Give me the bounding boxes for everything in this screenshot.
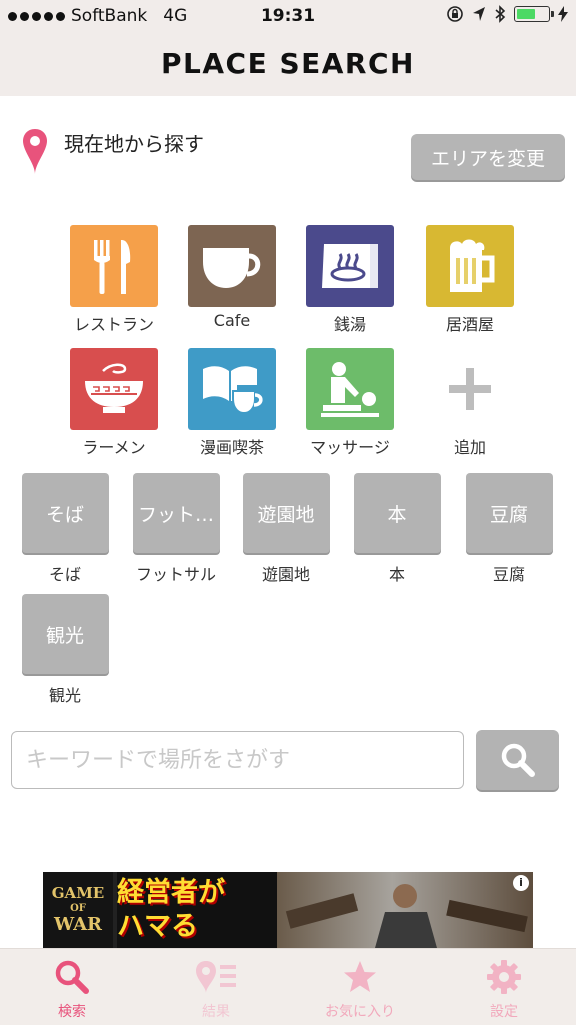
search-icon bbox=[55, 960, 89, 994]
search-icon bbox=[501, 743, 535, 777]
tag-chip[interactable]: 観光 観光 bbox=[15, 594, 115, 706]
category-manga-cafe[interactable]: 漫画喫茶 bbox=[182, 348, 282, 458]
book-cup-icon bbox=[188, 348, 276, 430]
battery-icon bbox=[514, 6, 554, 22]
charging-icon bbox=[558, 6, 568, 22]
tag-chip[interactable]: 遊園地 遊園地 bbox=[236, 473, 336, 585]
tab-label: 検索 bbox=[58, 1004, 86, 1020]
app-header: PLACE SEARCH bbox=[0, 32, 576, 96]
location-arrow-icon bbox=[473, 7, 485, 21]
category-massage[interactable]: マッサージ bbox=[300, 348, 400, 458]
coffee-cup-icon bbox=[188, 225, 276, 307]
tag-chip-box: 豆腐 bbox=[465, 473, 553, 553]
tab-search[interactable]: 検索 bbox=[0, 949, 144, 1025]
ad-scene-image bbox=[277, 872, 533, 948]
tag-chip-box: 本 bbox=[353, 473, 441, 553]
tag-chip-caption: 観光 bbox=[48, 686, 81, 705]
ad-banner[interactable]: GAME OF WAR 経営者が ハマる i bbox=[43, 872, 533, 948]
tag-chip-caption: そば bbox=[48, 565, 81, 584]
category-label: ラーメン bbox=[82, 438, 146, 457]
tag-chip[interactable]: フット… フットサル bbox=[126, 473, 226, 585]
tab-label: 結果 bbox=[202, 1004, 230, 1020]
category-cafe[interactable]: Cafe bbox=[182, 225, 282, 330]
tag-chip[interactable]: そば そば bbox=[15, 473, 115, 585]
change-area-button[interactable]: エリアを変更 bbox=[411, 134, 565, 180]
page-title: PLACE SEARCH bbox=[161, 47, 415, 80]
category-restaurant[interactable]: レストラン bbox=[64, 225, 164, 335]
tag-chip[interactable]: 豆腐 豆腐 bbox=[459, 473, 559, 585]
tag-chip-caption: 遊園地 bbox=[261, 565, 310, 584]
tab-settings[interactable]: 設定 bbox=[432, 949, 576, 1025]
ramen-bowl-icon bbox=[70, 348, 158, 430]
status-right bbox=[446, 5, 568, 23]
tag-chip-box: 遊園地 bbox=[242, 473, 330, 553]
tab-results[interactable]: 結果 bbox=[144, 949, 288, 1025]
rotation-lock-icon bbox=[447, 6, 463, 22]
category-ramen[interactable]: ラーメン bbox=[64, 348, 164, 458]
keyword-search-input[interactable] bbox=[11, 731, 464, 789]
fork-knife-icon bbox=[70, 225, 158, 307]
location-pin-icon bbox=[22, 128, 48, 180]
tab-label: お気に入り bbox=[325, 1004, 395, 1020]
tag-chip-caption: 豆腐 bbox=[492, 565, 525, 584]
add-category-button[interactable]: 追加 bbox=[420, 348, 520, 458]
category-label: マッサージ bbox=[310, 438, 390, 457]
tag-chip-box: そば bbox=[21, 473, 109, 553]
tab-label: 設定 bbox=[490, 1004, 518, 1020]
tab-bar: 検索 結果 お気に入り 設定 bbox=[0, 948, 576, 1025]
tag-chip-caption: 本 bbox=[388, 565, 405, 584]
tag-chip-box: フット… bbox=[132, 473, 220, 553]
beer-mug-icon bbox=[426, 225, 514, 307]
category-label: 追加 bbox=[453, 438, 486, 457]
gear-icon bbox=[487, 960, 521, 994]
star-icon bbox=[344, 961, 376, 992]
category-izakaya[interactable]: 居酒屋 bbox=[420, 225, 520, 335]
ad-headline: 経営者が ハマる bbox=[117, 872, 277, 948]
search-button[interactable] bbox=[476, 730, 559, 790]
tag-chip-caption: フットサル bbox=[135, 565, 216, 584]
tag-chip-box: 観光 bbox=[21, 594, 109, 674]
status-bar: SoftBank 4G 19:31 bbox=[0, 0, 576, 32]
category-label: レストラン bbox=[73, 315, 154, 334]
ad-game-logo: GAME OF WAR bbox=[43, 872, 113, 948]
category-sento[interactable]: 銭湯 bbox=[300, 225, 400, 335]
results-icon bbox=[196, 961, 236, 993]
ad-info-icon[interactable]: i bbox=[513, 875, 529, 891]
tag-chip[interactable]: 本 本 bbox=[347, 473, 447, 585]
category-label: 銭湯 bbox=[333, 315, 366, 334]
current-location-label: 現在地から探す bbox=[64, 132, 204, 156]
category-label: 居酒屋 bbox=[445, 315, 494, 334]
category-label: 漫画喫茶 bbox=[199, 438, 264, 457]
tab-favorites[interactable]: お気に入り bbox=[288, 949, 432, 1025]
plus-icon bbox=[426, 348, 514, 430]
hot-spring-icon bbox=[306, 225, 394, 307]
massage-icon bbox=[306, 348, 394, 430]
bluetooth-icon bbox=[495, 5, 506, 23]
category-label: Cafe bbox=[213, 311, 251, 330]
